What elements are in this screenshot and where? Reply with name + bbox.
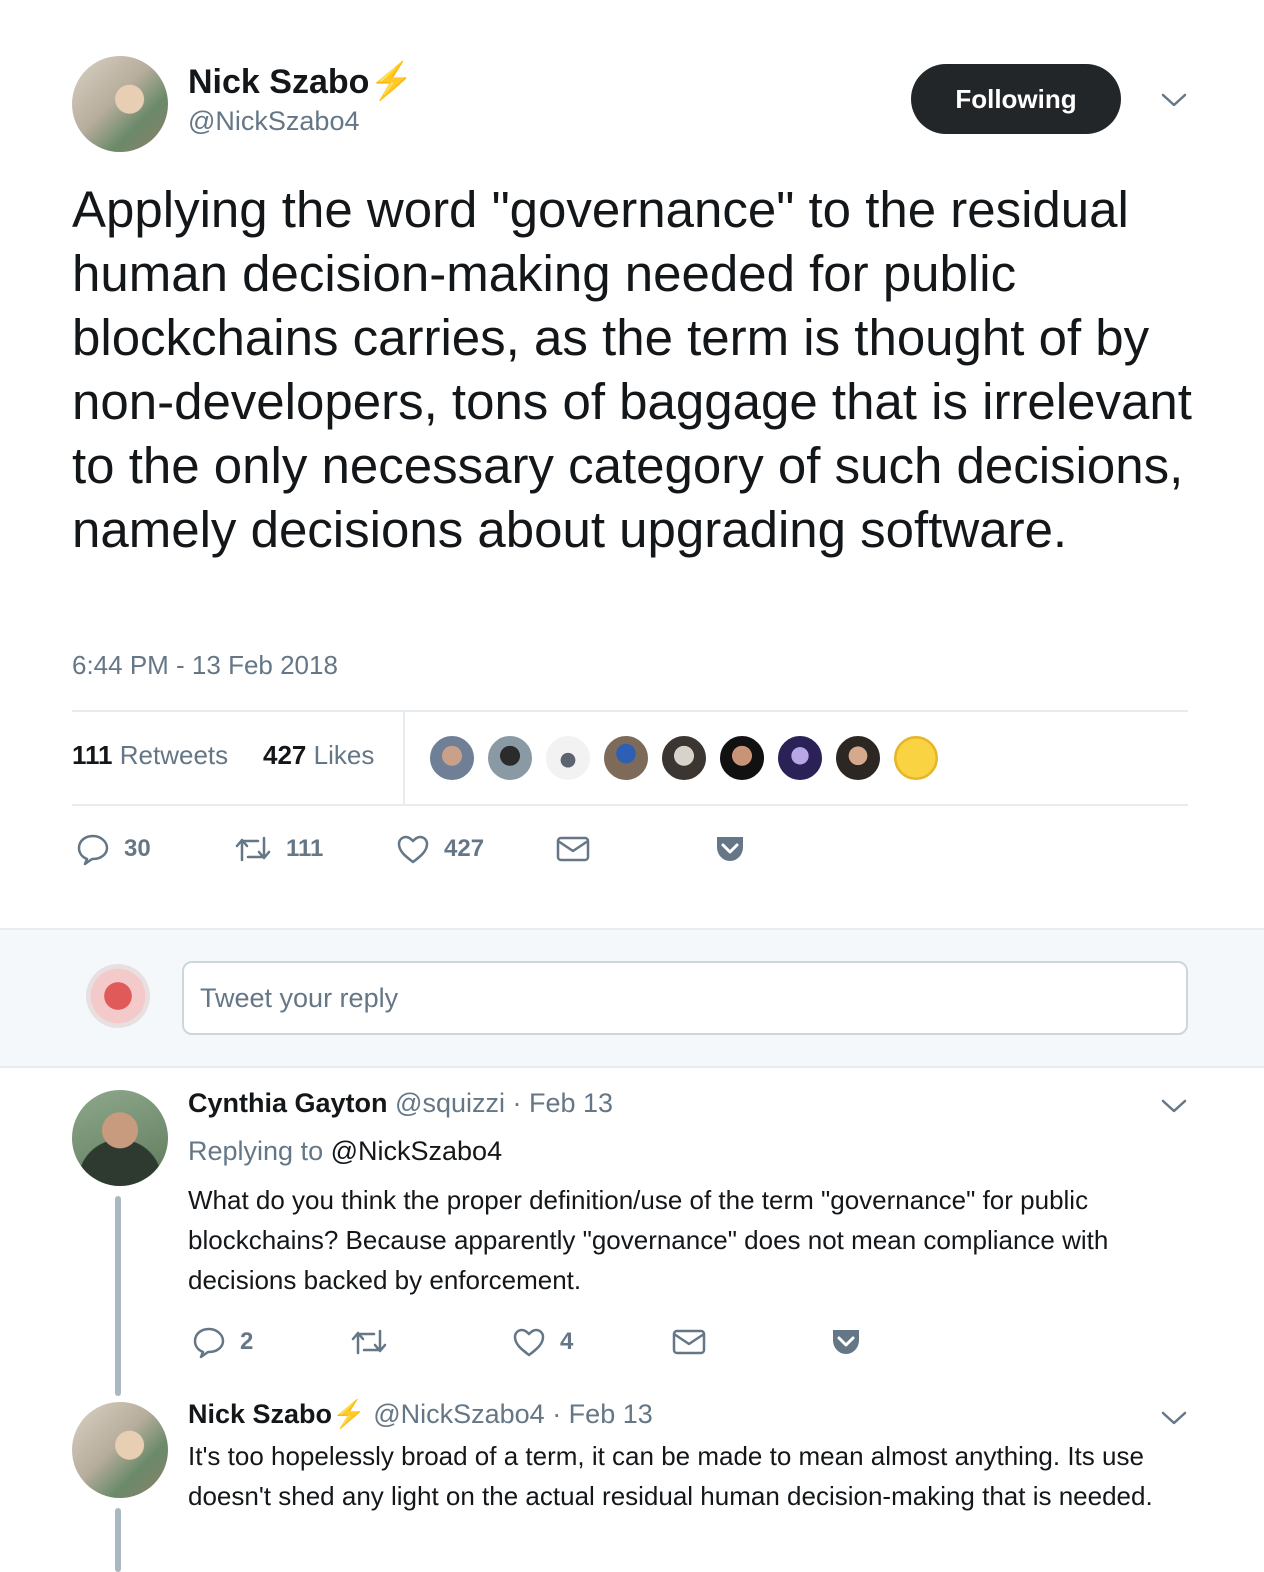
liker-avatar[interactable] [776,734,824,782]
tweet-timestamp[interactable]: 6:44 PM - 13 Feb 2018 [72,650,338,681]
likes-count: 427 [263,740,307,770]
liker-avatar[interactable] [544,734,592,782]
pocket-button[interactable] [830,1327,862,1357]
reply-author-name[interactable]: Nick Szabo [188,1399,332,1429]
liker-avatar[interactable] [834,734,882,782]
replying-to-label: Replying to [188,1136,324,1166]
direct-message-button[interactable] [556,834,590,864]
retweet-button[interactable]: 111 [234,832,323,866]
likes-stat[interactable]: 427 Likes [263,740,374,771]
liker-avatar[interactable] [486,734,534,782]
money-face-emoji-avatar[interactable] [892,734,940,782]
retweets-count: 111 [72,740,113,770]
thread-line [115,1508,121,1572]
author-avatar[interactable] [72,56,168,152]
chevron-down-icon[interactable] [1160,1408,1188,1428]
reply-count: 2 [240,1328,254,1355]
envelope-icon [672,1329,706,1355]
tweet-text: Applying the word "governance" to the re… [72,181,1192,558]
reply-text: What do you think the proper definition/… [188,1185,1109,1295]
retweet-icon [351,1329,387,1355]
divider [72,710,1188,712]
reply-author-name[interactable]: Cynthia Gayton [188,1088,388,1118]
replying-to-handle[interactable]: @NickSzabo4 [331,1136,502,1166]
divider [72,804,1188,806]
retweet-button[interactable] [350,1325,402,1359]
lightning-icon: ⚡ [332,1399,366,1429]
liker-avatar[interactable] [602,734,650,782]
like-button[interactable]: 427 [396,832,484,866]
author-name[interactable]: Nick Szabo⚡ [188,60,414,102]
stats-separator [403,712,405,804]
reply-author-avatar[interactable] [72,1402,168,1498]
following-button[interactable]: Following [911,64,1121,134]
like-button[interactable]: 4 [512,1325,573,1359]
reply-header: Nick Szabo⚡ @NickSzabo4 · Feb 13 [188,1398,653,1430]
reply-author-handle[interactable]: @squizzi [395,1088,505,1118]
like-count: 4 [560,1328,574,1355]
pocket-icon [717,837,743,861]
thread-line [115,1196,121,1396]
reply-author-avatar[interactable] [72,1090,168,1186]
lightning-icon: ⚡ [369,60,415,101]
reply-button[interactable]: 2 [192,1325,253,1359]
chevron-down-icon[interactable] [1160,90,1188,110]
reply-icon [193,1327,225,1359]
reply-author-handle[interactable]: @NickSzabo4 [373,1399,544,1429]
envelope-icon [556,836,590,862]
replying-to-line: Replying to @NickSzabo4 [188,1136,502,1167]
liker-avatar[interactable] [718,734,766,782]
pocket-icon [833,1330,859,1354]
pocket-button[interactable] [714,834,746,864]
reply-date[interactable]: · Feb 13 [513,1088,614,1118]
retweets-stat[interactable]: 111 Retweets [72,740,228,771]
likes-label: Likes [313,740,375,770]
retweet-icon [235,836,271,862]
current-user-avatar[interactable] [86,964,150,1028]
reply-header: Cynthia Gayton @squizzi · Feb 13 [188,1088,613,1119]
reply-input[interactable] [182,961,1188,1035]
reply-text: It's too hopelessly broad of a term, it … [188,1441,1153,1511]
liker-avatar[interactable] [660,734,708,782]
reply-button[interactable]: 30 [76,832,151,866]
chevron-down-icon[interactable] [1160,1096,1188,1116]
like-count: 427 [444,835,485,862]
author-handle[interactable]: @NickSzabo4 [188,106,359,137]
author-name-text[interactable]: Nick Szabo [188,63,369,101]
heart-icon [397,835,429,864]
heart-icon [513,1328,545,1357]
retweet-count: 111 [286,835,324,862]
retweets-label: Retweets [119,740,229,770]
direct-message-button[interactable] [672,1327,706,1357]
liker-avatar[interactable] [428,734,476,782]
reply-icon [77,834,109,866]
reply-date[interactable]: · Feb 13 [552,1399,653,1429]
reply-count: 30 [124,835,151,862]
